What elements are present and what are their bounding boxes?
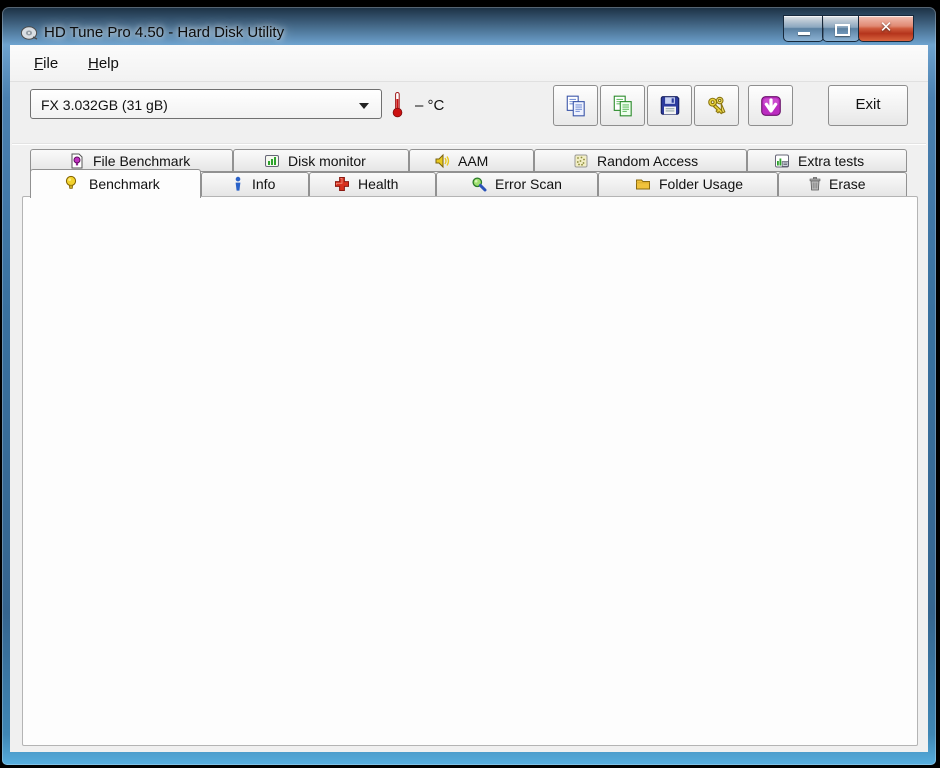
app-icon: [20, 26, 38, 40]
window-title: HD Tune Pro 4.50 - Hard Disk Utility: [44, 24, 285, 41]
keys-icon: [707, 96, 726, 114]
toolbar-separator: [12, 143, 926, 144]
maximize-icon: [835, 23, 850, 36]
tab-benchmark[interactable]: Benchmark: [30, 169, 201, 198]
benchmark-panel: [22, 196, 918, 746]
copy-text-button[interactable]: [600, 85, 645, 126]
download-arrow-icon: [760, 95, 781, 116]
menu-bar: File Help: [10, 45, 928, 82]
floppy-disk-icon: [660, 95, 679, 115]
options-button[interactable]: [694, 85, 739, 126]
copy-pages-blue-icon: [566, 95, 585, 116]
download-button[interactable]: [748, 85, 793, 126]
copy-pages-green-icon: [613, 95, 632, 116]
info-icon: [235, 176, 241, 191]
folder-icon: [636, 179, 650, 190]
tab-extra-tests[interactable]: Extra tests: [747, 149, 907, 172]
maximize-button[interactable]: [822, 15, 860, 42]
minimize-button[interactable]: [783, 15, 824, 42]
tab-info[interactable]: Info: [201, 172, 309, 197]
aam-speaker-icon: [435, 153, 450, 169]
tab-folder-usage[interactable]: Folder Usage: [598, 172, 778, 197]
tab-health[interactable]: Health: [309, 172, 436, 197]
thermometer-icon: [392, 92, 403, 118]
tab-aam[interactable]: AAM: [409, 149, 534, 172]
extra-tests-icon: [775, 154, 789, 168]
benchmark-lamp-icon: [65, 175, 77, 189]
temperature-readout: – °C: [415, 97, 445, 114]
menu-help[interactable]: Help: [82, 53, 125, 74]
copy-screenshot-button[interactable]: [553, 85, 598, 126]
tab-erase[interactable]: Erase: [778, 172, 907, 197]
random-access-icon: [574, 154, 588, 168]
minimize-icon: [797, 32, 810, 35]
disk-monitor-icon: [265, 155, 279, 167]
menu-file[interactable]: File: [28, 53, 64, 74]
tab-error-scan[interactable]: Error Scan: [436, 172, 598, 197]
trash-icon: [809, 177, 821, 191]
tab-random-access[interactable]: Random Access: [534, 149, 747, 172]
drive-selector[interactable]: FX 3.032GB (31 gB): [30, 89, 382, 119]
drive-selector-value: FX 3.032GB (31 gB): [41, 97, 168, 113]
save-button[interactable]: [647, 85, 692, 126]
error-scan-magnifier-icon: [472, 177, 487, 192]
file-benchmark-icon: [71, 153, 83, 169]
close-icon: ✕: [879, 19, 893, 36]
health-cross-icon: [335, 177, 349, 191]
exit-button[interactable]: Exit: [828, 85, 908, 126]
chevron-down-icon: [359, 103, 369, 109]
close-button[interactable]: ✕: [858, 15, 914, 42]
tab-disk-monitor[interactable]: Disk monitor: [233, 149, 409, 172]
